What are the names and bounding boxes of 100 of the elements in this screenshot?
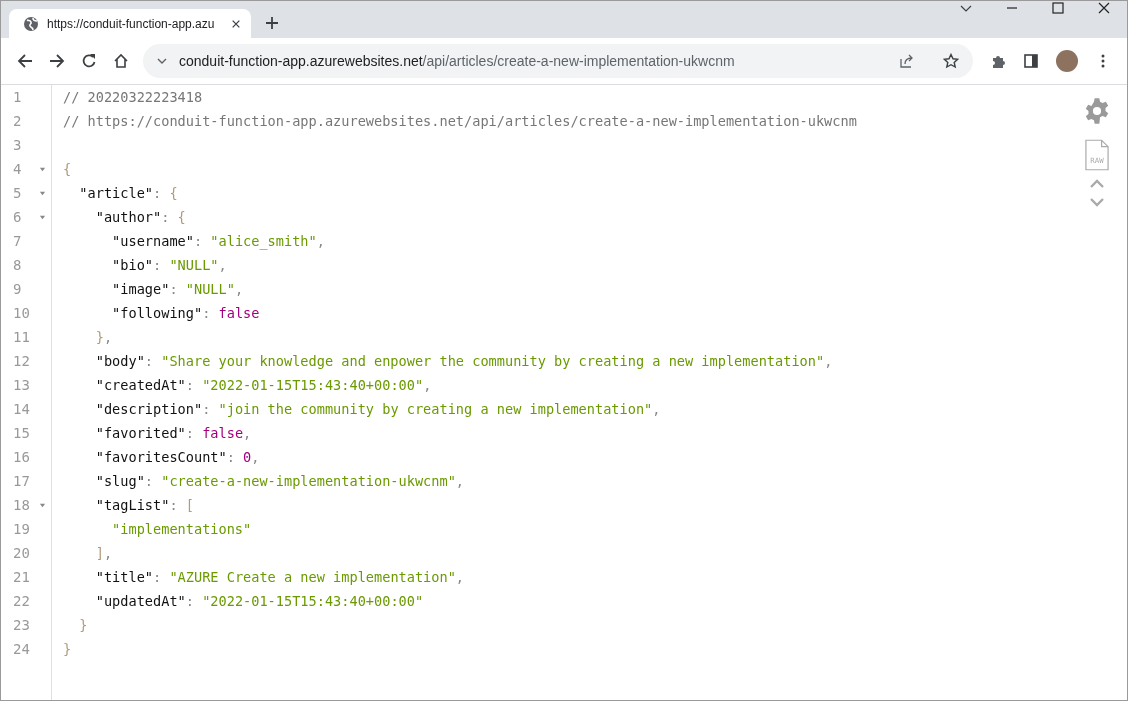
json-punctuation: : [153,569,163,585]
star-icon[interactable] [943,53,959,69]
forward-arrow-icon[interactable] [49,53,65,69]
json-punctuation: : [185,377,195,393]
line-number: 18 [13,497,31,513]
reload-icon[interactable] [81,53,97,69]
json-literal: false [218,305,260,321]
json-bracket: ] [94,545,104,561]
close-icon[interactable] [231,18,241,29]
json-key: "favorited" [63,425,186,441]
line-number: 5 [13,185,23,201]
json-string: "AZURE Create a new implementation" [169,569,456,585]
json-punctuation: : [144,473,155,489]
share-icon[interactable] [899,53,915,69]
code-comment: // 20220322223418 [63,89,203,105]
json-key: "author" [63,209,162,225]
json-punctuation: : [226,449,236,465]
json-string: "join the community by creating a new implementation" [218,401,653,417]
fold-toggle-icon[interactable] [39,501,46,509]
line-number: 2 [13,113,23,129]
line-number: 21 [13,569,31,585]
json-bracket: } [78,617,88,633]
maximize-icon[interactable] [1052,2,1064,14]
settings-icon[interactable] [1083,97,1111,125]
json-punctuation: : [202,401,212,417]
line-number: 23 [13,617,31,633]
json-key: "slug" [63,473,145,489]
line-number: 1 [13,89,23,105]
json-bracket: [ [185,497,194,513]
json-bracket: { [63,161,72,177]
json-string: "Share your knowledge and enpower the community by creating a new implementation" [161,353,825,369]
json-punctuation: : [169,497,179,513]
json-string: "create-a-new-implementation-ukwcnm" [161,473,456,489]
json-punctuation: , [103,545,113,561]
json-punctuation: : [202,305,212,321]
side-panel-icon[interactable] [1023,53,1039,69]
json-string: "2022-01-15T15:43:40+00:00" [202,593,424,609]
json-punctuation: , [824,353,833,369]
profile-avatar[interactable] [1056,50,1078,72]
json-key: "description" [63,401,203,417]
browser-tab[interactable]: https://conduit-function-app.azu [9,9,251,38]
json-string: "NULL" [185,281,235,297]
line-number: 19 [13,521,31,537]
json-punctuation: , [652,401,661,417]
json-bracket: } [63,641,72,657]
fold-toggle-icon[interactable] [39,189,46,197]
line-number: 4 [13,161,23,177]
line-number: 24 [13,641,31,657]
line-number: 22 [13,593,31,609]
fold-toggle-icon[interactable] [39,165,46,173]
chevron-down-icon [157,56,167,66]
json-key: "createdAt" [63,377,186,393]
globe-icon [23,15,39,32]
json-key: "image" [63,281,170,297]
json-literal: 0 [243,449,252,465]
json-bracket: } [94,329,104,345]
new-tab-icon[interactable] [265,16,279,30]
json-punctuation: : [169,281,179,297]
line-number: 11 [13,329,31,345]
line-number: 8 [13,257,23,273]
json-key: "username" [63,233,194,249]
address-bar[interactable]: conduit-function-app.azurewebsites.net/api/articles/create-a-new-implementation-ukwcnm [143,44,973,78]
json-punctuation: : [185,593,195,609]
line-number: 7 [13,233,23,249]
line-number: 12 [13,353,31,369]
line-number: 3 [13,137,23,153]
json-key: "tagList" [63,497,170,513]
puzzle-icon[interactable] [991,53,1007,69]
line-number: 10 [13,305,31,321]
json-punctuation: , [455,473,465,489]
line-number: 15 [13,425,31,441]
line-number: 20 [13,545,31,561]
close-icon[interactable] [1098,2,1110,14]
json-punctuation: , [234,281,244,297]
line-number: 17 [13,473,31,489]
json-key: "body" [63,353,145,369]
line-number: 9 [13,281,23,297]
json-key: "title" [63,569,154,585]
json-string: "2022-01-15T15:43:40+00:00" [202,377,424,393]
json-punctuation: , [251,449,260,465]
json-punctuation: : [144,353,155,369]
json-punctuation: , [218,257,227,273]
back-arrow-icon[interactable] [17,53,33,69]
line-number: 14 [13,401,31,417]
tab-title: https://conduit-function-app.azu [47,16,216,31]
json-punctuation: : [185,425,195,441]
line-number: 6 [13,209,23,225]
json-key: "following" [63,305,203,321]
fold-toggle-icon[interactable] [39,213,46,221]
json-punctuation: : [153,257,163,273]
json-punctuation: : [153,185,163,201]
json-punctuation: , [423,377,432,393]
json-string: "implementations" [111,521,252,537]
json-string: "NULL" [169,257,219,273]
json-punctuation: , [316,233,325,249]
json-bracket: { [177,209,186,225]
code-comment: // https://conduit-function-app.azurewebsites.net/api/articles/create-a-new-implementation-ukwcnm [63,113,857,129]
json-punctuation: : [193,233,204,249]
home-icon[interactable] [113,53,129,69]
json-key: "article" [63,185,154,201]
